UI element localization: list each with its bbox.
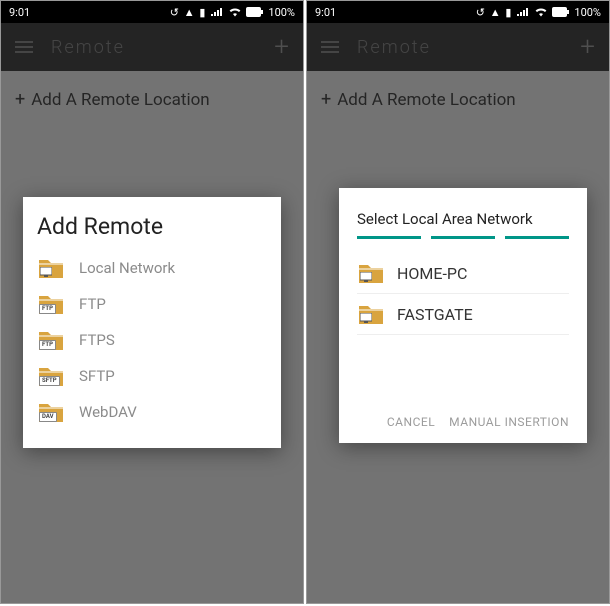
battery-percent: 100% — [574, 6, 601, 19]
signal-icon — [516, 7, 530, 17]
battery-icon — [552, 7, 570, 17]
dual-screenshot-container: 9:01 ↺ ▲ ▮ 100% Remote + + Add A Remote … — [0, 0, 610, 606]
remote-item-sftp[interactable]: SFTP SFTP — [37, 358, 267, 394]
dialog-title: Select Local Area Network — [357, 210, 569, 228]
folder-icon — [357, 302, 385, 326]
cancel-button[interactable]: CANCEL — [387, 415, 435, 429]
dialog-title: Add Remote — [37, 213, 267, 240]
monitor-icon — [360, 272, 372, 282]
remote-label: SFTP — [79, 367, 115, 385]
battery-icon — [246, 7, 264, 17]
network-label: FASTGATE — [397, 305, 473, 324]
folder-badge: DAV — [39, 412, 57, 422]
wifi-icon — [534, 7, 548, 17]
status-time: 9:01 — [9, 6, 30, 19]
folder-icon — [357, 261, 385, 285]
remote-label: FTPS — [79, 331, 115, 349]
network-item-fastgate[interactable]: FASTGATE — [357, 294, 569, 335]
folder-icon — [37, 256, 65, 280]
status-bar: 9:01 ↺ ▲ ▮ 100% — [1, 1, 303, 23]
wifi-icon — [228, 7, 242, 17]
status-time: 9:01 — [315, 6, 336, 19]
select-network-dialog: Select Local Area Network HOME-PC FASTGA… — [339, 188, 587, 443]
status-right: ↺ ▲ ▮ 100% — [170, 6, 295, 19]
folder-badge: FTP — [39, 304, 56, 314]
folder-icon: SFTP — [37, 364, 65, 388]
status-right: ↺ ▲ ▮ 100% — [476, 6, 601, 19]
dialog-actions: CANCEL MANUAL INSERTION — [357, 403, 569, 429]
monitor-icon — [360, 313, 372, 323]
manual-insertion-button[interactable]: MANUAL INSERTION — [449, 415, 569, 429]
folder-badge: SFTP — [39, 376, 60, 386]
remote-label: FTP — [79, 295, 106, 313]
signal-icon — [210, 7, 224, 17]
folder-icon: FTP — [37, 292, 65, 316]
folder-icon: FTP — [37, 328, 65, 352]
network-item-home-pc[interactable]: HOME-PC — [357, 253, 569, 294]
status-icons: ↺ ▲ ▮ — [476, 6, 513, 19]
folder-icon: DAV — [37, 400, 65, 424]
screen-right: 9:01 ↺ ▲ ▮ 100% Remote + + Add A Remote … — [306, 0, 610, 604]
status-icons: ↺ ▲ ▮ — [170, 6, 207, 19]
remote-item-local-network[interactable]: Local Network — [37, 250, 267, 286]
add-remote-dialog: Add Remote Local Network FTP FTP FTP — [23, 197, 281, 448]
status-bar: 9:01 ↺ ▲ ▮ 100% — [307, 1, 609, 23]
remote-item-webdav[interactable]: DAV WebDAV — [37, 394, 267, 430]
monitor-icon — [40, 267, 52, 277]
folder-badge: FTP — [39, 340, 56, 350]
network-label: HOME-PC — [397, 264, 467, 283]
battery-percent: 100% — [268, 6, 295, 19]
progress-indicator — [357, 236, 569, 239]
remote-item-ftp[interactable]: FTP FTP — [37, 286, 267, 322]
screen-left: 9:01 ↺ ▲ ▮ 100% Remote + + Add A Remote … — [0, 0, 304, 604]
remote-label: Local Network — [79, 259, 175, 277]
remote-item-ftps[interactable]: FTP FTPS — [37, 322, 267, 358]
remote-label: WebDAV — [79, 403, 137, 421]
